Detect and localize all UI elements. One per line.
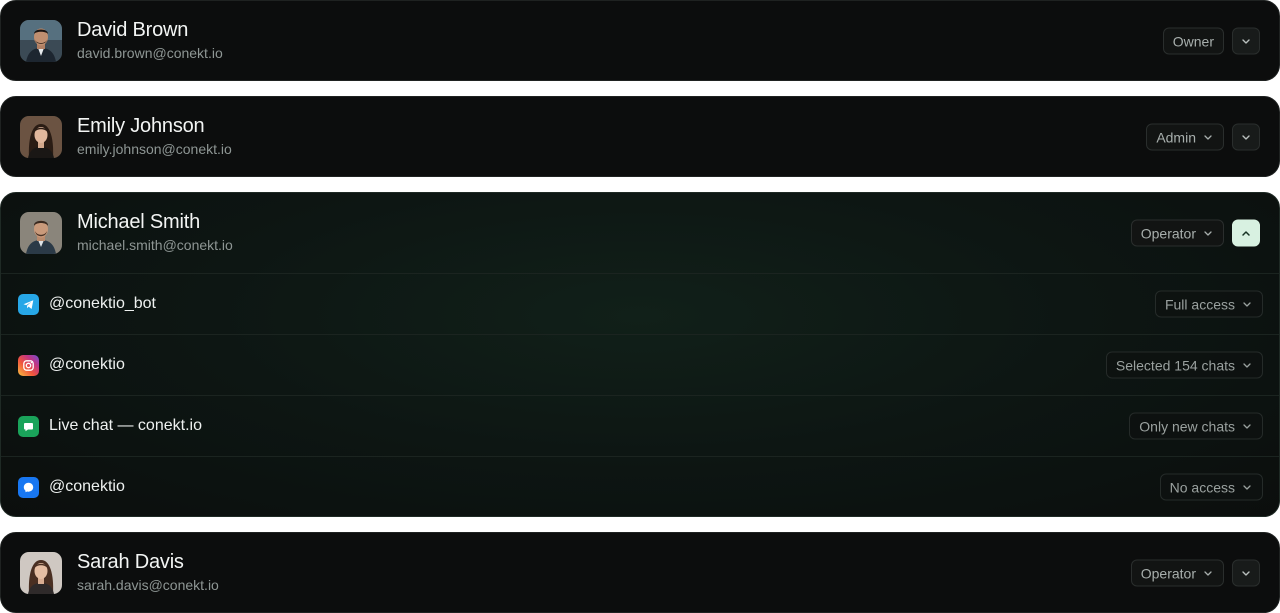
user-email: david.brown@conekt.io <box>77 45 223 61</box>
chevron-down-icon <box>1243 301 1251 307</box>
telegram-icon <box>18 293 39 315</box>
access-dropdown[interactable]: No access <box>1159 473 1263 501</box>
role-label: Owner <box>1172 33 1214 49</box>
user-header: Sarah Davis sarah.davis@conekt.io Operat… <box>1 533 1279 612</box>
access-dropdown[interactable]: Only new chats <box>1129 412 1263 440</box>
user-name: Michael Smith <box>77 211 200 233</box>
user-card-expanded: Michael Smith michael.smith@conekt.io Op… <box>0 192 1280 517</box>
user-name: Sarah Davis <box>77 551 184 573</box>
role-label: Admin <box>1156 129 1196 145</box>
role-dropdown[interactable]: Operator <box>1130 559 1224 587</box>
chevron-down-icon <box>1204 570 1212 576</box>
role-dropdown[interactable]: Operator <box>1130 219 1224 247</box>
live-chat-icon <box>18 415 39 437</box>
user-name: Emily Johnson <box>77 115 205 137</box>
channel-row: @conektio Selected 154 chats <box>1 334 1279 395</box>
channel-label: @conektio_bot <box>49 295 156 312</box>
access-label: Selected 154 chats <box>1115 357 1235 373</box>
user-email: sarah.davis@conekt.io <box>77 577 219 593</box>
avatar <box>20 20 62 62</box>
instagram-icon <box>18 354 39 376</box>
channel-label: @conektio <box>49 478 125 495</box>
expand-button[interactable] <box>1232 123 1260 151</box>
team-members-list: David Brown david.brown@conekt.io Owner <box>0 0 1280 613</box>
role-label: Operator <box>1140 225 1196 241</box>
user-header: David Brown david.brown@conekt.io Owner <box>1 1 1279 80</box>
role-label: Operator <box>1140 565 1196 581</box>
access-dropdown[interactable]: Selected 154 chats <box>1105 351 1263 379</box>
avatar <box>20 116 62 158</box>
access-label: No access <box>1169 479 1235 495</box>
chevron-down-icon <box>1243 484 1251 490</box>
chevron-down-icon <box>1204 134 1212 140</box>
channel-row: @conektio_bot Full access <box>1 273 1279 334</box>
collapse-button[interactable] <box>1232 219 1260 247</box>
channel-row: @conektio No access <box>1 456 1279 516</box>
avatar <box>20 552 62 594</box>
user-name: David Brown <box>77 19 189 41</box>
chevron-down-icon <box>1204 230 1212 236</box>
chevron-up-icon <box>1242 230 1250 236</box>
user-card: David Brown david.brown@conekt.io Owner <box>0 0 1280 81</box>
channel-row: Live chat — conekt.io Only new chats <box>1 395 1279 456</box>
access-dropdown[interactable]: Full access <box>1154 290 1263 318</box>
chevron-down-icon <box>1243 423 1251 429</box>
channel-label: Live chat — conekt.io <box>49 417 202 434</box>
expand-button[interactable] <box>1232 559 1260 587</box>
user-card: Sarah Davis sarah.davis@conekt.io Operat… <box>0 532 1280 613</box>
role-badge: Owner <box>1162 27 1224 55</box>
access-label: Only new chats <box>1139 418 1235 434</box>
user-header: Emily Johnson emily.johnson@conekt.io Ad… <box>1 97 1279 176</box>
access-label: Full access <box>1164 296 1235 312</box>
chevron-down-icon <box>1243 362 1251 368</box>
chevron-down-icon <box>1242 134 1250 140</box>
avatar <box>20 212 62 254</box>
user-email: michael.smith@conekt.io <box>77 237 233 253</box>
user-header: Michael Smith michael.smith@conekt.io Op… <box>1 193 1279 273</box>
user-email: emily.johnson@conekt.io <box>77 141 232 157</box>
role-dropdown[interactable]: Admin <box>1146 123 1224 151</box>
user-card: Emily Johnson emily.johnson@conekt.io Ad… <box>0 96 1280 177</box>
channel-label: @conektio <box>49 356 125 373</box>
expand-button[interactable] <box>1232 27 1260 55</box>
chevron-down-icon <box>1242 570 1250 576</box>
messenger-icon <box>18 476 39 498</box>
chevron-down-icon <box>1242 38 1250 44</box>
